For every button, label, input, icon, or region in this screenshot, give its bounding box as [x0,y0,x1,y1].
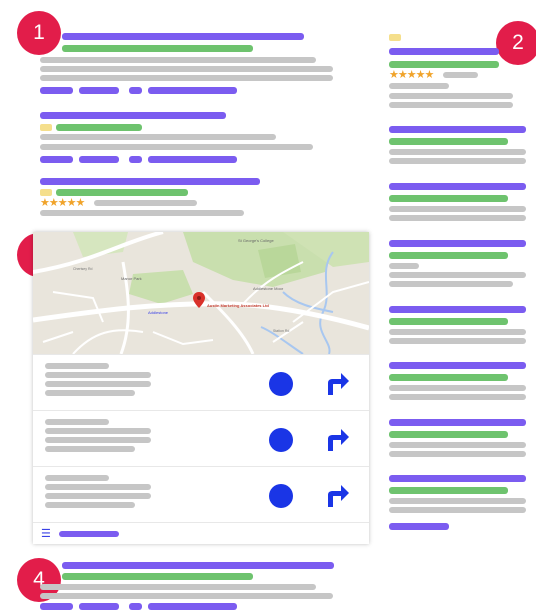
local-listing-1[interactable] [33,354,369,411]
step-badge-1: 1 [17,11,61,55]
map-label: St George's College [238,238,274,243]
local-listing-3[interactable] [33,466,369,523]
map-label: Addlestone [148,310,169,315]
local-map-pack: St George's College Manor Park Addleston… [33,232,369,544]
map-label: Station Rd [273,329,289,333]
directions-arrow-icon[interactable] [323,369,351,397]
right-more-link[interactable] [389,523,449,530]
website-icon[interactable] [269,428,293,452]
map-place-label: Austin Marketing Associates Ltd [207,303,269,308]
more-places[interactable]: ☰ [33,522,369,545]
map-graphic: St George's College Manor Park Addleston… [33,232,369,354]
map-image[interactable]: St George's College Manor Park Addleston… [33,232,369,354]
list-icon: ☰ [41,528,51,540]
step-badge-2: 2 [496,21,536,65]
local-listing-2[interactable] [33,410,369,467]
website-icon[interactable] [269,372,293,396]
rating-stars-right: ★★★★★ [389,69,434,81]
directions-arrow-icon[interactable] [323,425,351,453]
map-label: Chertsey Rd [73,267,93,271]
map-label: Manor Park [121,276,142,281]
directions-arrow-icon[interactable] [323,481,351,509]
rating-stars: ★★★★★ [40,197,85,209]
website-icon[interactable] [269,484,293,508]
map-label: Addlestone Moor [253,286,284,291]
